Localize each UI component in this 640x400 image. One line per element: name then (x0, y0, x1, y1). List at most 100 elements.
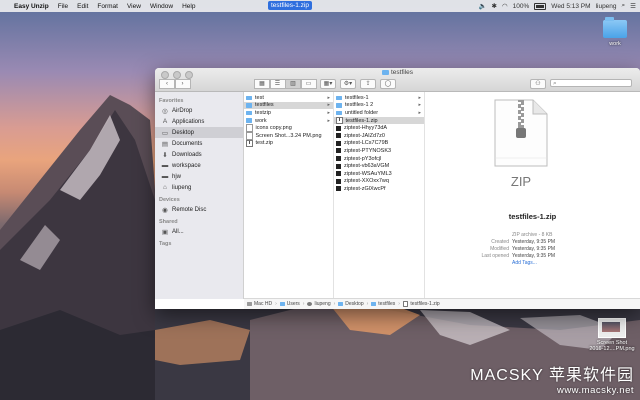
battery-icon[interactable] (534, 2, 547, 10)
finder-window: testfiles ‹ › ▦ ☰ ▥ ▭ ▦▾ ⚙▾ ⇪ ◯ ⚇ Favori… (155, 68, 640, 309)
sidebar: Favorites ◎ AirDrop A Applications ▭ Deskto… (155, 92, 244, 299)
menubar-document-title[interactable]: testfiles-1.zip (268, 1, 312, 10)
executable-file-icon (336, 148, 341, 154)
path-segment[interactable]: Mac HD (247, 301, 272, 307)
arrange-button[interactable]: ▦▾ (320, 79, 336, 89)
window-titlebar[interactable]: testfiles ‹ › ▦ ☰ ▥ ▭ ▦▾ ⚙▾ ⇪ ◯ ⚇ (155, 68, 640, 92)
menu-view[interactable]: View (127, 3, 141, 10)
back-button[interactable]: ‹ (159, 79, 175, 89)
desktop-icon: ▭ (161, 129, 169, 137)
chevron-right-icon: › (333, 301, 336, 307)
sidebar-item-airdrop[interactable]: ◎ AirDrop (155, 105, 243, 116)
user-name[interactable]: liupeng (596, 3, 617, 10)
clock[interactable]: Wed 5:13 PM (551, 3, 590, 10)
list-item[interactable]: ziptest-WSAuYML3 (334, 170, 424, 178)
volume-icon[interactable]: 🔈 (478, 2, 486, 10)
sidebar-item-all-shared[interactable]: ▣ All... (155, 226, 243, 237)
spotlight-icon[interactable]: ⌕ (622, 2, 626, 10)
sidebar-item-hjw[interactable]: ▬ hjw (155, 171, 243, 182)
chevron-right-icon: ▸ (327, 94, 330, 101)
list-item[interactable]: icons copy.png (244, 124, 333, 132)
icon-view-button[interactable]: ▦ (254, 79, 270, 89)
zip-file-icon (246, 139, 253, 148)
list-item[interactable]: ziptest-JAIZd7z0 (334, 132, 424, 140)
share-icon[interactable]: ⇪ (360, 79, 376, 89)
menu-bar: Easy Unzip File Edit Format View Window … (0, 0, 640, 12)
list-item[interactable]: testfiles-1 2 ▸ (334, 102, 424, 110)
sidebar-header-devices: Devices (159, 197, 180, 203)
executable-file-icon (336, 140, 341, 146)
folder-icon (336, 103, 342, 108)
list-item[interactable]: ziptest-XXOxx7wq (334, 178, 424, 186)
zip-file-icon (336, 116, 343, 125)
sidebar-item-downloads[interactable]: ⬇ Downloads (155, 149, 243, 160)
menu-format[interactable]: Format (97, 3, 118, 10)
desktop-screenshot-file[interactable]: Screen Shot 2016-12....PM.png (586, 318, 638, 352)
desktop-file-label-line2: 2016-12....PM.png (589, 346, 635, 352)
wifi-icon[interactable]: ◠ (502, 2, 508, 10)
path-segment[interactable]: Desktop (338, 301, 364, 307)
nav-buttons: ‹ › (159, 79, 191, 89)
path-segment[interactable]: testfiles (371, 301, 395, 307)
action-gear-icon[interactable]: ⚙▾ (340, 79, 356, 89)
list-item[interactable]: Screen Shot...3.24 PM.png (244, 132, 333, 140)
menu-window[interactable]: Window (150, 3, 173, 10)
menu-edit[interactable]: Edit (77, 3, 88, 10)
sidebar-item-workspace[interactable]: ▬ workspace (155, 160, 243, 171)
sidebar-item-liupeng[interactable]: ⌂ liupeng (155, 182, 243, 193)
status-area: 🔈 ✱ ◠ 100% Wed 5:13 PM liupeng ⌕ ☰ (478, 0, 636, 12)
list-item[interactable]: ziptest-vb63aVGM (334, 162, 424, 170)
tag-icon[interactable]: ◯ (380, 79, 396, 89)
desktop-folder-work[interactable]: work (595, 17, 635, 47)
folder-icon (338, 302, 344, 306)
list-item[interactable]: test ▸ (244, 94, 333, 102)
desktop-folder-label: work (609, 41, 621, 47)
path-bar: Mac HD › Users › liupeng › Desktop › testfil… (244, 298, 640, 309)
list-item[interactable]: ziptest-zGlXwcPf (334, 185, 424, 193)
list-view-button[interactable]: ☰ (269, 79, 286, 89)
list-item[interactable]: ziptest-LCs7C79B (334, 140, 424, 148)
executable-file-icon (336, 171, 341, 177)
menu-app-name[interactable]: Easy Unzip (14, 3, 49, 10)
list-item[interactable]: testfiles ▸ (244, 101, 333, 110)
list-item[interactable]: ziptest-Hhyy73dA (334, 124, 424, 132)
easy-unzip-toolbar-icon[interactable]: ⚇ (530, 79, 546, 89)
sidebar-item-desktop[interactable]: ▭ Desktop (155, 127, 243, 138)
bluetooth-icon[interactable]: ✱ (492, 2, 497, 10)
battery-percent[interactable]: 100% (513, 3, 530, 10)
list-item[interactable]: untitled folder ▸ (334, 109, 424, 117)
path-segment[interactable]: testfiles-1.zip (402, 300, 440, 308)
executable-file-icon (336, 163, 341, 169)
menu-file[interactable]: File (58, 3, 68, 10)
chevron-right-icon: ▸ (418, 102, 421, 109)
list-item[interactable]: test.zip (244, 139, 333, 148)
documents-icon: ▤ (161, 140, 169, 148)
list-item[interactable]: testzip ▸ (244, 109, 333, 117)
path-segment[interactable]: liupeng (307, 301, 331, 307)
chevron-right-icon: ▸ (327, 109, 330, 116)
image-file-icon (246, 132, 253, 140)
notification-center-icon[interactable]: ☰ (630, 2, 636, 10)
list-item[interactable]: testfiles-1 ▸ (334, 94, 424, 102)
sidebar-item-applications[interactable]: A Applications (155, 116, 243, 127)
add-tags-link[interactable]: Add Tags... (449, 260, 555, 267)
sidebar-header-tags: Tags (159, 241, 172, 247)
watermark-brand: MACSKY 苹果软件园 (470, 367, 634, 384)
list-item[interactable]: ziptest-pY3ofcjl (334, 155, 424, 163)
forward-button[interactable]: › (174, 79, 191, 89)
column-view-button[interactable]: ▥ (285, 79, 301, 89)
folder-icon (246, 103, 252, 108)
menu-help[interactable]: Help (182, 3, 195, 10)
gallery-view-button[interactable]: ▭ (300, 79, 317, 89)
folder-icon: ▬ (161, 173, 169, 180)
search-input[interactable] (550, 79, 632, 88)
list-item[interactable]: work ▸ (244, 117, 333, 125)
list-item[interactable]: ziptest-PTYNOSK3 (334, 147, 424, 155)
path-segment[interactable]: Users (279, 301, 300, 307)
sidebar-item-documents[interactable]: ▤ Documents (155, 138, 243, 149)
folder-icon (246, 118, 252, 123)
sidebar-item-remote-disc[interactable]: ◉ Remote Disc (155, 204, 243, 215)
chevron-right-icon: ▸ (418, 94, 421, 101)
list-item[interactable]: testfiles-1.zip (334, 116, 424, 125)
chevron-right-icon: › (302, 301, 305, 307)
